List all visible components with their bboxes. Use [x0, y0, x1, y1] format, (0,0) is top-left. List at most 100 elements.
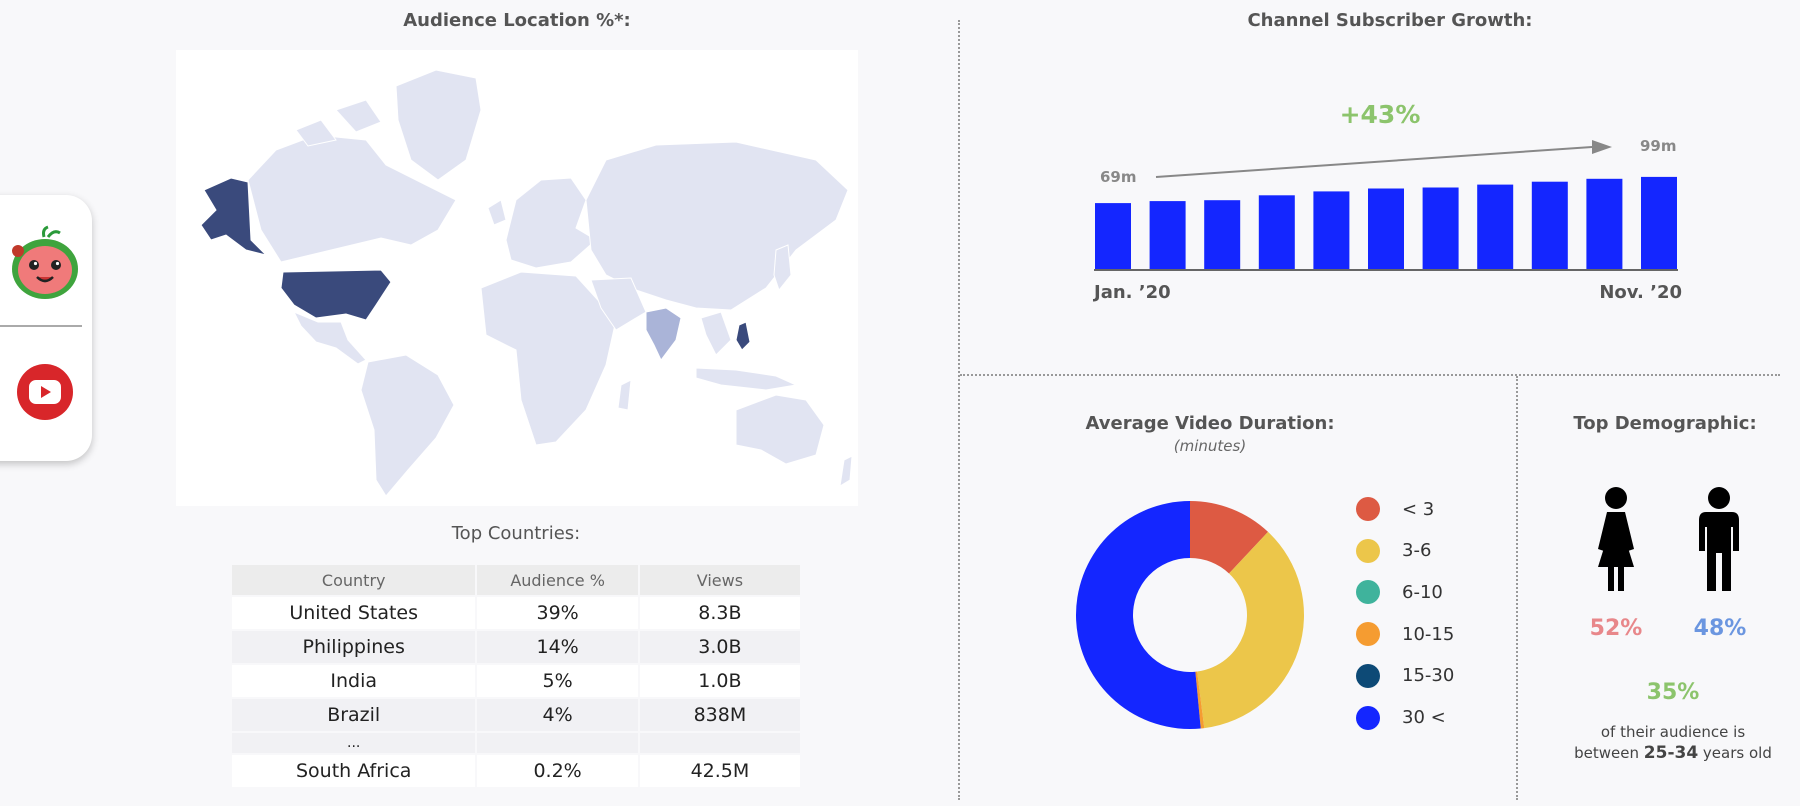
legend-swatch [1356, 622, 1380, 647]
table-row: United States 39% 8.3B [232, 597, 800, 629]
x-axis-end-label: Nov. ’20 [1599, 282, 1682, 303]
legend-label: 10-15 [1402, 623, 1455, 645]
bar-jan[interactable] [1095, 203, 1131, 270]
bar-mar[interactable] [1204, 200, 1241, 270]
audience-cell: 39% [477, 597, 638, 629]
male-icon [1694, 487, 1744, 593]
views-cell: 838M [639, 699, 800, 731]
country-cell: South Africa [232, 755, 476, 787]
country-cell: ... [232, 733, 476, 753]
views-cell: 8.3B [639, 597, 800, 629]
legend-label: 15-30 [1402, 665, 1455, 687]
legend-swatch [1356, 705, 1380, 730]
subscriber-growth-title: Channel Subscriber Growth: [1247, 10, 1533, 31]
side-card [0, 195, 92, 461]
x-axis-start-label: Jan. ’20 [1092, 282, 1171, 303]
world-map[interactable] [176, 50, 858, 506]
table-row: Philippines 14% 3.0B [232, 631, 800, 663]
top-countries-title: Top Countries: [451, 523, 581, 544]
age-range: 25-34 [1643, 743, 1699, 763]
country-cell: India [232, 665, 476, 697]
country-cell: United States [232, 597, 476, 629]
audience-cell [477, 733, 638, 753]
map-greenland [395, 69, 482, 181]
bar-sep[interactable] [1531, 181, 1568, 270]
table-row-ellipsis: ... [232, 733, 800, 753]
legend-label: 30 < [1402, 707, 1446, 728]
growth-arrow-line [1155, 146, 1593, 178]
bar-apr[interactable] [1258, 195, 1295, 270]
legend-item[interactable]: < 3 [1356, 497, 1434, 521]
country-cell: Philippines [232, 631, 476, 663]
map-united-states [280, 269, 392, 321]
column-header: Views [639, 565, 800, 595]
legend-item[interactable]: 3-6 [1356, 538, 1432, 563]
legend-item[interactable]: 30 < [1356, 705, 1446, 730]
bar-may[interactable] [1313, 191, 1350, 270]
video-duration-subtitle: (minutes) [1173, 437, 1247, 455]
legend-label: < 3 [1402, 498, 1435, 520]
caption-line-1: of their audience is [1600, 723, 1746, 741]
bar-feb[interactable] [1149, 201, 1186, 270]
caption-pre: between [1574, 744, 1644, 762]
vertical-divider [958, 20, 960, 800]
video-duration-title: Average Video Duration: [1085, 413, 1335, 434]
bar-nov[interactable] [1641, 176, 1677, 270]
legend-item[interactable]: 10-15 [1356, 622, 1455, 647]
table-row: Brazil 4% 838M [232, 699, 800, 731]
audience-cell: 5% [477, 665, 638, 697]
map-europe [505, 177, 597, 269]
vertical-divider [1516, 376, 1518, 800]
audience-cell: 4% [477, 699, 638, 731]
country-cell: Brazil [232, 699, 476, 731]
demographic-caption: of their audience is between 25-34 years… [1560, 722, 1786, 764]
map-mexico [292, 311, 367, 365]
map-south-america [360, 354, 455, 497]
views-cell: 3.0B [639, 631, 800, 663]
legend-swatch [1356, 497, 1380, 521]
column-header: Country [232, 565, 476, 595]
youtube-icon[interactable] [16, 363, 74, 421]
male-percentage: 48% [1693, 616, 1747, 641]
bar-oct[interactable] [1586, 178, 1623, 270]
start-value-label: 69m [1100, 168, 1137, 186]
card-divider [0, 325, 82, 327]
growth-arrow-head [1592, 140, 1612, 154]
female-icon [1590, 487, 1642, 593]
audience-location-title: Audience Location %*: [403, 10, 631, 31]
views-cell: 42.5M [639, 755, 800, 787]
views-cell: 1.0B [639, 665, 800, 697]
bar-jun[interactable] [1368, 188, 1404, 271]
map-australia [735, 394, 825, 465]
table-row: South Africa 0.2% 42.5M [232, 755, 800, 787]
subscriber-bar-chart: 69m 99m Jan. ’20 Nov. ’20 [1092, 137, 1682, 303]
legend-item[interactable]: 15-30 [1356, 663, 1455, 688]
legend-label: 3-6 [1402, 540, 1432, 562]
top-countries-table: Country Audience % Views United States 3… [230, 563, 802, 789]
caption-line-2: between 25-34 years old [1560, 743, 1786, 764]
female-percentage: 52% [1589, 616, 1643, 641]
audience-cell: 14% [477, 631, 638, 663]
column-header: Audience % [477, 565, 638, 595]
legend-label: 6-10 [1402, 581, 1443, 603]
table-row: India 5% 1.0B [232, 665, 800, 697]
map-india [645, 307, 682, 361]
bar-jul[interactable] [1422, 187, 1459, 271]
legend-item[interactable]: 6-10 [1356, 580, 1443, 605]
table-header-row: Country Audience % Views [232, 565, 800, 595]
audience-cell: 0.2% [477, 755, 638, 787]
bar-aug[interactable] [1477, 184, 1514, 270]
caption-post: years old [1698, 744, 1772, 762]
age-percentage: 35% [1646, 680, 1700, 705]
donut-slice-5[interactable] [1075, 501, 1201, 729]
views-cell [639, 733, 800, 753]
map-africa [480, 271, 617, 446]
legend-swatch [1356, 538, 1380, 563]
world-map-svg [200, 69, 853, 497]
legend-swatch [1356, 580, 1380, 605]
end-value-label: 99m [1640, 137, 1677, 155]
map-philippines [735, 321, 751, 351]
legend-swatch [1356, 663, 1380, 688]
horizontal-divider [960, 374, 1780, 376]
channel-logo-icon[interactable] [10, 225, 80, 301]
